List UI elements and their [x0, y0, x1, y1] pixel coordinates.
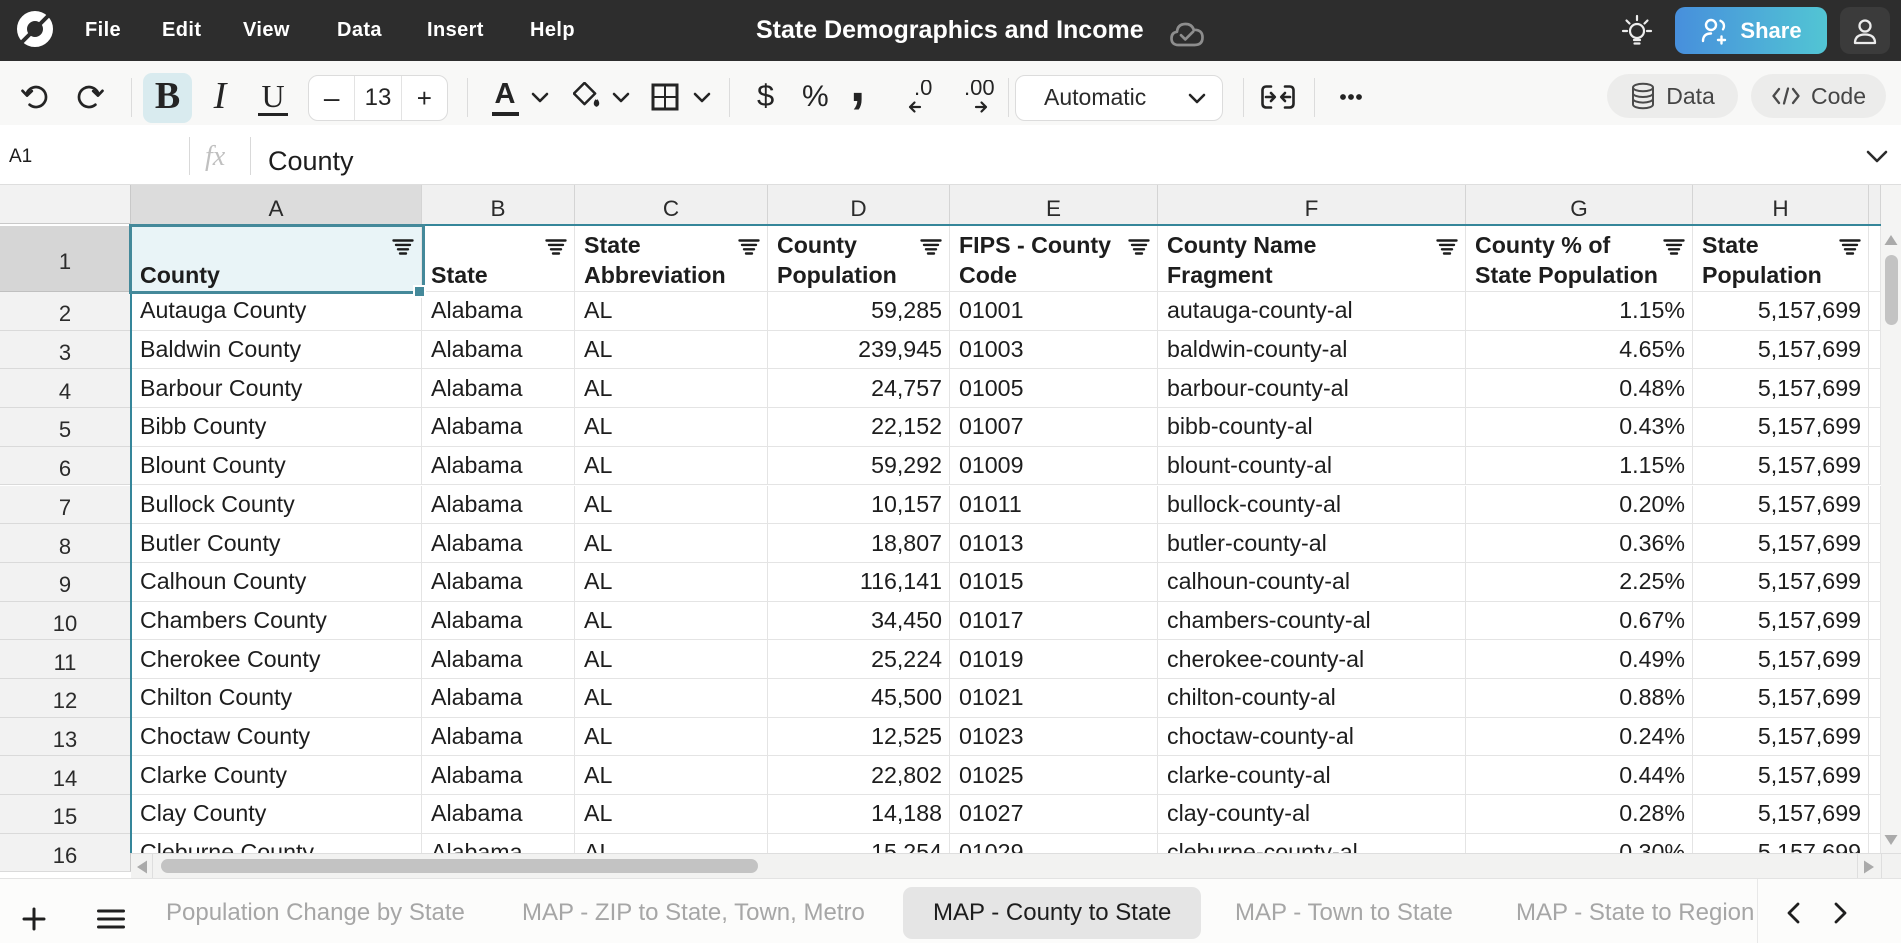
svg-text:.00: .00	[964, 80, 995, 100]
svg-text:.0: .0	[914, 80, 932, 100]
